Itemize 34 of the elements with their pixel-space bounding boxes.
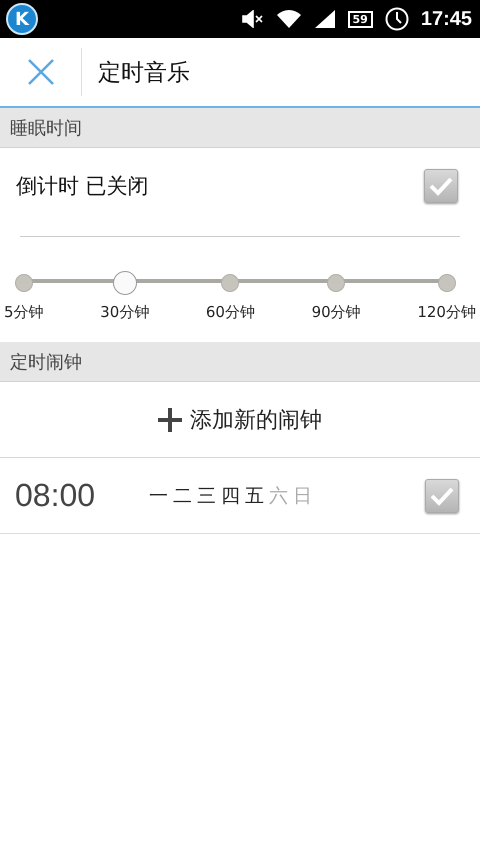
wifi-icon	[276, 9, 302, 29]
alarm-time: 08:00	[15, 477, 96, 514]
section-header: 睡眠时间	[0, 108, 480, 148]
slider-stop[interactable]	[221, 274, 240, 292]
stop-label: 90分钟	[312, 303, 361, 322]
stop-label: 5分钟	[4, 303, 44, 322]
countdown-label: 倒计时 已关闭	[16, 173, 149, 200]
section-header: 定时闹钟	[0, 342, 480, 382]
clock-icon	[384, 7, 409, 31]
status-time: 17:45	[420, 8, 472, 30]
mute-icon	[242, 10, 264, 28]
plus-icon	[158, 408, 182, 432]
check-icon	[428, 175, 454, 197]
checkbox[interactable]	[425, 478, 459, 512]
weekday-label: 五	[245, 484, 264, 508]
stop-label: 30分钟	[100, 303, 150, 322]
slider-thumb[interactable]	[112, 271, 137, 295]
signal-icon	[314, 9, 336, 29]
weekday-label: 二	[173, 484, 192, 508]
weekday-label: 三	[197, 484, 216, 508]
weekday-label: 六	[269, 484, 288, 508]
battery-icon: 59	[348, 10, 373, 28]
weekday-label: 四	[221, 484, 240, 508]
stop-label: 120分钟	[417, 303, 476, 322]
slider-stop[interactable]	[438, 274, 456, 292]
weekday-label: 日	[293, 484, 312, 508]
screen-title: 定时音乐	[98, 58, 190, 88]
stop-label: 60分钟	[206, 303, 255, 322]
app-icon: K	[6, 3, 38, 35]
close-icon	[28, 59, 54, 85]
checkbox[interactable]	[424, 169, 458, 203]
slider-stop[interactable]	[14, 274, 33, 292]
weekday-label: 一	[149, 484, 168, 508]
slider-stop[interactable]	[327, 274, 346, 292]
